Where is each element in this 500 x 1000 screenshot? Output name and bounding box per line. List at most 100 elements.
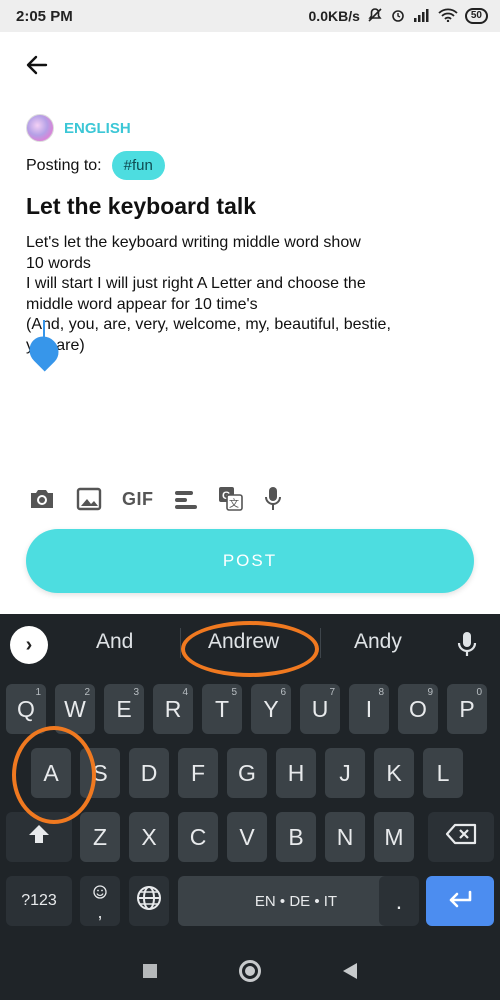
key-label: P	[459, 695, 475, 722]
key-hint: 4	[182, 687, 188, 698]
key-hint: 0	[476, 687, 482, 698]
mute-icon	[367, 7, 383, 26]
post-button[interactable]: POST	[26, 529, 474, 593]
key-y[interactable]: Y6	[251, 684, 291, 734]
key-b[interactable]: B	[276, 812, 316, 862]
signal-icon	[413, 8, 431, 25]
status-bar: 2:05 PM 0.0KB/s 50	[0, 0, 500, 32]
key-v[interactable]: V	[227, 812, 267, 862]
key-j[interactable]: J	[325, 748, 365, 798]
suggestion-strip: › And Andrew Andy	[0, 614, 500, 672]
shift-icon	[27, 823, 51, 851]
key-hint: 6	[280, 687, 286, 698]
key-g[interactable]: G	[227, 748, 267, 798]
key-label: L	[436, 759, 450, 786]
home-icon[interactable]	[239, 960, 261, 982]
enter-key[interactable]	[426, 876, 494, 926]
key-label: T	[214, 695, 230, 722]
key-label: F	[190, 759, 206, 786]
period-key[interactable]: .	[379, 876, 419, 926]
key-label: J	[339, 759, 351, 786]
back-icon[interactable]	[343, 963, 357, 979]
emoji-icon	[93, 883, 107, 904]
translate-icon[interactable]: G文	[218, 486, 244, 512]
key-q[interactable]: Q1	[6, 684, 46, 734]
key-t[interactable]: T5	[202, 684, 242, 734]
key-label: ?123	[21, 892, 57, 909]
key-f[interactable]: F	[178, 748, 218, 798]
key-r[interactable]: R4	[153, 684, 193, 734]
keyboard-mic-icon[interactable]	[456, 630, 478, 663]
key-k[interactable]: K	[374, 748, 414, 798]
key-c[interactable]: C	[178, 812, 218, 862]
post-body[interactable]: Let's let the keyboard writing middle wo…	[26, 233, 476, 356]
camera-icon[interactable]	[28, 487, 56, 511]
chevron-right-icon[interactable]: ›	[10, 626, 48, 664]
key-label: EN • DE • IT	[254, 892, 338, 910]
suggestion-and[interactable]: And	[96, 630, 133, 654]
key-p[interactable]: P0	[447, 684, 487, 734]
language-key[interactable]	[129, 876, 169, 926]
key-x[interactable]: X	[129, 812, 169, 862]
language-label: ENGLISH	[64, 119, 131, 137]
key-hint: 1	[35, 687, 41, 698]
language-selector[interactable]: ENGLISH	[26, 114, 131, 142]
status-time: 2:05 PM	[16, 7, 73, 25]
key-hint: 2	[84, 687, 90, 698]
suggestion-andy[interactable]: Andy	[354, 630, 402, 654]
key-n[interactable]: N	[325, 812, 365, 862]
editor-toolbar: GIF G文	[28, 486, 282, 512]
emoji-comma-key[interactable]: ,	[80, 876, 120, 926]
key-label: Q	[17, 695, 35, 722]
post-title[interactable]: Let the keyboard talk	[26, 193, 256, 220]
key-label: H	[287, 759, 305, 786]
key-label: ,	[97, 901, 103, 922]
key-label: U	[311, 695, 329, 722]
key-z[interactable]: Z	[80, 812, 120, 862]
backspace-key[interactable]	[428, 812, 494, 862]
suggestion-divider	[320, 628, 321, 658]
key-label: M	[384, 823, 404, 850]
svg-text:文: 文	[229, 497, 239, 510]
key-e[interactable]: E3	[104, 684, 144, 734]
key-w[interactable]: W2	[55, 684, 95, 734]
key-i[interactable]: I8	[349, 684, 389, 734]
symbols-key[interactable]: ?123	[6, 876, 72, 926]
mic-icon[interactable]	[264, 486, 282, 512]
body-line: (And, you, are, very, welcome, my, beaut…	[26, 316, 391, 333]
body-line: I will start I will just right A Letter …	[26, 275, 366, 292]
recent-apps-icon[interactable]	[143, 964, 157, 978]
key-hint: 9	[427, 687, 433, 698]
key-label: A	[43, 759, 59, 786]
body-line: middle word appear for 10 time's	[26, 295, 258, 313]
key-label: X	[141, 823, 157, 850]
key-hint: 8	[378, 687, 384, 698]
key-hint: 7	[329, 687, 335, 698]
key-a[interactable]: A	[31, 748, 71, 798]
key-label: V	[239, 823, 255, 850]
suggestion-andrew[interactable]: Andrew	[208, 630, 279, 654]
key-d[interactable]: D	[129, 748, 169, 798]
key-h[interactable]: H	[276, 748, 316, 798]
wifi-icon	[438, 8, 458, 25]
key-u[interactable]: U7	[300, 684, 340, 734]
body-line: you are)	[26, 336, 85, 354]
net-speed: 0.0KB/s	[308, 8, 360, 24]
key-s[interactable]: S	[80, 748, 120, 798]
battery-icon: 50	[464, 8, 488, 24]
key-m[interactable]: M	[374, 812, 414, 862]
key-label: B	[288, 823, 304, 850]
shift-key[interactable]	[6, 812, 72, 862]
image-icon[interactable]	[76, 487, 102, 511]
text-format-icon[interactable]	[174, 489, 198, 509]
back-arrow-icon[interactable]	[22, 50, 52, 80]
key-label: S	[92, 759, 108, 786]
gif-button[interactable]: GIF	[122, 489, 154, 510]
key-label: C	[189, 823, 207, 850]
key-l[interactable]: L	[423, 748, 463, 798]
key-o[interactable]: O9	[398, 684, 438, 734]
alarm-icon	[390, 7, 406, 26]
topic-tag[interactable]: #fun	[111, 151, 165, 180]
key-label: I	[365, 695, 373, 722]
community-avatar	[26, 114, 54, 142]
